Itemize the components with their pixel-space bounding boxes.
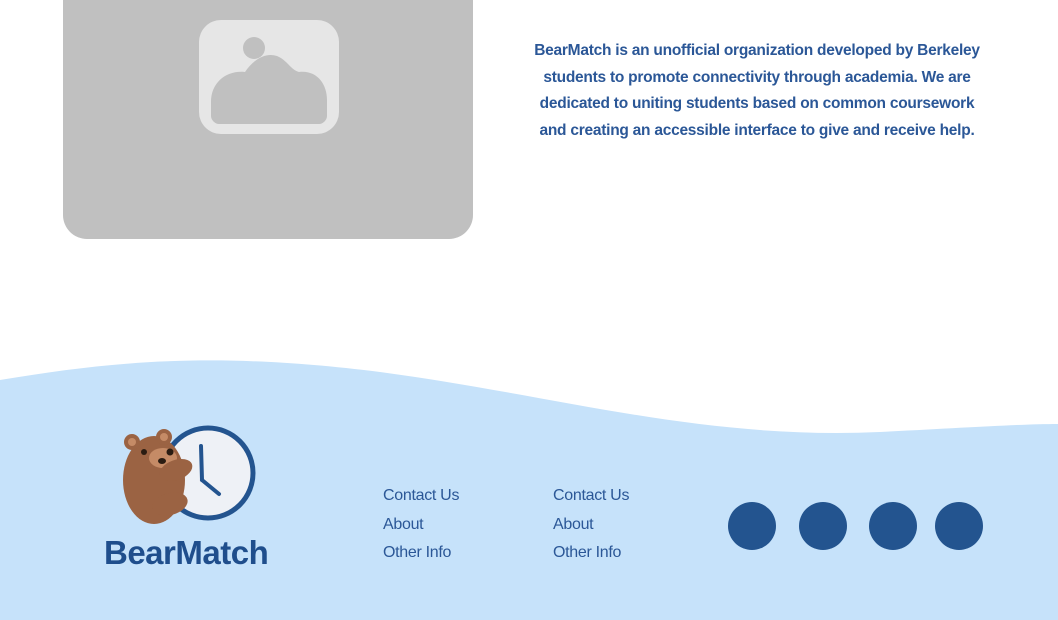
footer-link-contact-us[interactable]: Contact Us bbox=[383, 482, 459, 511]
footer-links-column-1: Contact Us About Other Info bbox=[383, 482, 459, 568]
image-placeholder bbox=[63, 0, 473, 239]
footer-link-about[interactable]: About bbox=[383, 511, 459, 540]
image-placeholder-icon bbox=[199, 20, 339, 134]
social-icon[interactable] bbox=[869, 502, 917, 550]
footer-link-other-info[interactable]: Other Info bbox=[383, 539, 459, 568]
social-icon[interactable] bbox=[935, 502, 983, 550]
footer-links-column-2: Contact Us About Other Info bbox=[553, 482, 629, 568]
brand-name: BearMatch bbox=[104, 534, 269, 571]
footer-link-about[interactable]: About bbox=[553, 511, 629, 540]
footer-link-other-info[interactable]: Other Info bbox=[553, 539, 629, 568]
social-icon[interactable] bbox=[728, 502, 776, 550]
about-description: BearMatch is an unofficial organization … bbox=[534, 42, 980, 140]
social-icon[interactable] bbox=[799, 502, 847, 550]
footer-link-contact-us[interactable]: Contact Us bbox=[553, 482, 629, 511]
bearmatch-logo-icon bbox=[123, 425, 256, 524]
